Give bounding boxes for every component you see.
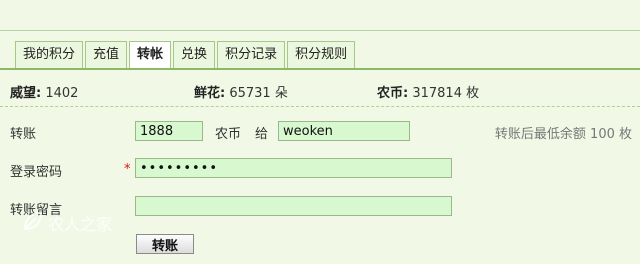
tab-underline	[0, 68, 640, 70]
message-input[interactable]	[135, 196, 452, 216]
tab-transfer[interactable]: 转帐	[129, 41, 172, 69]
to-text: 给	[255, 127, 269, 142]
tab-recharge[interactable]: 充值	[85, 41, 128, 68]
leaf-logo-icon	[22, 210, 44, 236]
min-balance-hint: 转账后最低余额 100 枚	[494, 127, 632, 142]
flowers-label: 鲜花:	[194, 86, 226, 101]
tab-my-points[interactable]: 我的积分	[15, 41, 84, 68]
amount-input[interactable]	[135, 121, 203, 141]
password-input[interactable]	[135, 158, 452, 178]
flowers-value: 65731 朵	[229, 86, 288, 101]
recipient-input[interactable]	[278, 121, 410, 141]
required-mark: *	[124, 162, 131, 177]
transfer-label: 转账	[10, 127, 37, 142]
points-summary: 威望: 1402 鲜花: 65731 朵 农币: 317814 枚	[10, 82, 640, 101]
prestige-stat: 威望: 1402	[10, 82, 78, 101]
coins-stat: 农币: 317814 枚	[377, 82, 479, 101]
watermark-text: 农人之家	[48, 215, 113, 234]
dashed-divider	[0, 106, 640, 107]
prestige-value: 1402	[45, 86, 79, 101]
coins-label: 农币:	[377, 86, 409, 101]
watermark: 农人之家	[22, 210, 112, 236]
tab-bar: 我的积分 充值 转帐 兑换 积分记录 积分规则	[15, 41, 356, 69]
tab-points-log[interactable]: 积分记录	[217, 41, 286, 68]
submit-transfer-button[interactable]: 转账	[136, 234, 194, 254]
tab-points-rules[interactable]: 积分规则	[287, 41, 356, 68]
currency-text: 农币	[215, 127, 242, 142]
flowers-stat: 鲜花: 65731 朵	[194, 82, 288, 101]
top-divider	[0, 30, 640, 31]
password-label: 登录密码	[10, 165, 63, 180]
coins-value: 317814 枚	[412, 86, 480, 101]
tab-exchange[interactable]: 兑换	[173, 41, 216, 68]
prestige-label: 威望:	[10, 86, 42, 101]
